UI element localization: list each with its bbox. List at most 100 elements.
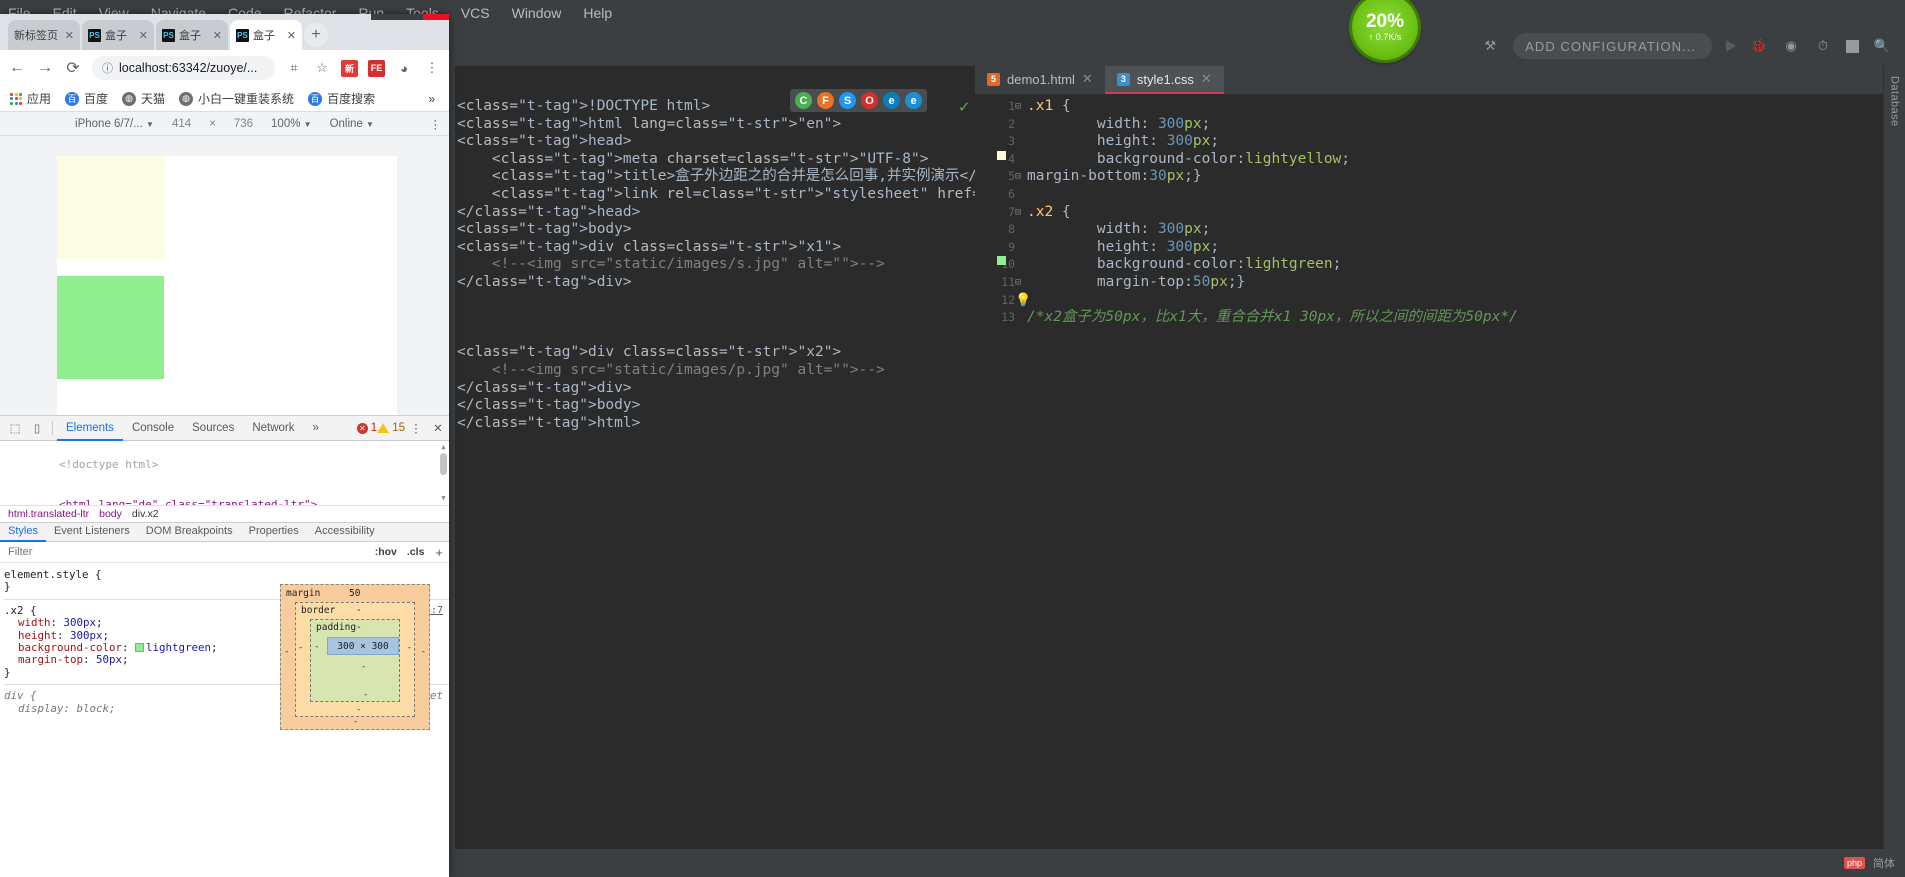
- php-badge: php: [1843, 857, 1865, 869]
- box-model-diagram[interactable]: margin 50 - border - - padding- - - - 30…: [280, 584, 430, 730]
- devtools-menu-icon[interactable]: ⋮: [405, 417, 427, 439]
- hammer-build-icon[interactable]: ⚒: [1481, 37, 1499, 55]
- menu-help[interactable]: Help: [583, 5, 612, 21]
- extension-fe-icon[interactable]: FE: [368, 59, 385, 77]
- box-model-border-bottom[interactable]: -: [356, 705, 361, 715]
- safari-browser-icon[interactable]: S: [839, 92, 856, 109]
- warning-count-badge[interactable]: 15: [377, 422, 405, 434]
- device-toggle-icon[interactable]: ▯: [26, 417, 48, 439]
- search-icon[interactable]: 🔍: [1873, 37, 1891, 55]
- editor-tab-style1-css[interactable]: 3 style1.css ✕: [1104, 66, 1224, 94]
- browser-tab-1[interactable]: 新标签页 ✕: [8, 20, 80, 50]
- hov-toggle[interactable]: :hov: [370, 546, 402, 558]
- zoom-selector[interactable]: 100% ▼: [271, 118, 312, 130]
- coverage-icon[interactable]: ◉: [1782, 37, 1800, 55]
- tab-styles[interactable]: Styles: [0, 522, 46, 542]
- breadcrumb-div-x2[interactable]: div.x2: [132, 508, 159, 520]
- tab-dom-breakpoints[interactable]: DOM Breakpoints: [138, 522, 241, 542]
- tab-properties[interactable]: Properties: [241, 522, 307, 542]
- tab-network[interactable]: Network: [243, 416, 303, 441]
- box-model-margin-right[interactable]: -: [421, 647, 426, 657]
- breadcrumb-body[interactable]: body: [99, 508, 122, 520]
- cls-toggle[interactable]: .cls: [402, 546, 430, 558]
- bookmark-xiaobai[interactable]: ◍ 小白一键重装系统: [179, 90, 294, 107]
- box-model-padding-bottom[interactable]: -: [363, 690, 368, 700]
- extension-sogou-icon[interactable]: 新: [341, 59, 358, 77]
- chrome-menu-icon[interactable]: ⋮: [423, 59, 441, 77]
- box-model-border-value[interactable]: -: [356, 605, 362, 616]
- editor-tab-demo1-html[interactable]: 5 demo1.html ✕: [975, 66, 1105, 94]
- box-model-content-size[interactable]: 300 × 300: [327, 637, 399, 655]
- translate-icon[interactable]: ⌗: [285, 59, 303, 77]
- opera-browser-icon[interactable]: O: [861, 92, 878, 109]
- box-model-border-right[interactable]: -: [407, 643, 412, 653]
- browser-tab-3[interactable]: PS 盒子 ✕: [156, 20, 228, 50]
- bookmark-tmall[interactable]: ◍ 天猫: [122, 90, 165, 107]
- box-model-margin-bottom[interactable]: -: [353, 717, 358, 727]
- styles-scrollbar[interactable]: [444, 416, 449, 877]
- bookmark-apps[interactable]: 应用: [10, 90, 51, 107]
- ie-browser-icon[interactable]: e: [905, 92, 922, 109]
- bookmarks-overflow-icon[interactable]: »: [428, 92, 439, 106]
- styles-filter-input[interactable]: [0, 545, 370, 559]
- menu-window[interactable]: Window: [512, 5, 562, 21]
- browser-tab-4[interactable]: PS 盒子 ✕: [230, 20, 302, 50]
- box-model-padding-left[interactable]: -: [314, 642, 319, 652]
- run-icon[interactable]: [1726, 40, 1736, 52]
- back-icon[interactable]: ←: [8, 59, 26, 77]
- tab-console[interactable]: Console: [123, 416, 183, 441]
- maximize-button[interactable]: □: [397, 14, 423, 20]
- box-model-margin-left[interactable]: -: [284, 647, 289, 657]
- edge-browser-icon[interactable]: e: [883, 92, 900, 109]
- close-icon[interactable]: ✕: [287, 29, 296, 42]
- profile-avatar-icon[interactable]: ◕: [395, 59, 413, 77]
- firefox-browser-icon[interactable]: F: [817, 92, 834, 109]
- reload-icon[interactable]: ⟳: [64, 58, 82, 78]
- bookmark-baidu-search[interactable]: 百 百度搜索: [308, 90, 375, 107]
- div-x2-box: [57, 276, 164, 379]
- color-swatch[interactable]: [135, 643, 145, 653]
- chrome-browser-icon[interactable]: C: [795, 92, 812, 109]
- css-source-code[interactable]: .x1 { width: 300px; height: 300px; backg…: [1027, 94, 1883, 849]
- tab-event-listeners[interactable]: Event Listeners: [46, 522, 138, 542]
- box-model-margin-value[interactable]: 50: [349, 588, 360, 599]
- throttling-selector[interactable]: Online ▼: [330, 118, 374, 130]
- run-configuration-selector[interactable]: ADD CONFIGURATION...: [1513, 33, 1712, 59]
- close-icon[interactable]: ✕: [65, 29, 74, 42]
- profiler-icon[interactable]: ⏱: [1814, 37, 1832, 55]
- html-source-code[interactable]: <class="t-tag">!DOCTYPE html> <class="t-…: [455, 94, 1313, 849]
- device-height-input[interactable]: 736: [234, 118, 253, 130]
- tab-sources[interactable]: Sources: [183, 416, 243, 441]
- tab-elements[interactable]: Elements: [57, 416, 123, 441]
- bug-debug-icon[interactable]: 🐞: [1750, 37, 1768, 55]
- dom-node-html[interactable]: <html lang="de" class="translated-ltr">: [6, 485, 449, 505]
- menu-vcs[interactable]: VCS: [461, 5, 490, 21]
- tab-accessibility[interactable]: Accessibility: [307, 522, 383, 542]
- dom-node-doctype[interactable]: <!doctype html>: [6, 445, 449, 485]
- address-bar[interactable]: ⓘ localhost:63342/zuoye/...: [92, 56, 275, 80]
- info-icon[interactable]: ⓘ: [102, 60, 113, 76]
- ime-indicator[interactable]: 简体: [1873, 855, 1895, 871]
- dom-tree[interactable]: <!doctype html> <html lang="de" class="t…: [0, 441, 449, 505]
- forward-icon[interactable]: →: [36, 59, 54, 77]
- stop-icon[interactable]: [1846, 39, 1859, 53]
- box-model-border-left[interactable]: -: [298, 643, 303, 653]
- close-icon[interactable]: ✕: [1082, 71, 1093, 87]
- bookmark-baidu[interactable]: 百 百度: [65, 90, 108, 107]
- breadcrumb-html[interactable]: html.translated-ltr: [8, 508, 89, 520]
- tabs-overflow-icon[interactable]: »: [304, 416, 328, 441]
- inspect-element-icon[interactable]: ⬚: [4, 417, 26, 439]
- bookmark-star-icon[interactable]: ☆: [313, 59, 331, 77]
- new-tab-button[interactable]: +: [304, 23, 328, 47]
- device-width-input[interactable]: 414: [172, 118, 191, 130]
- close-icon[interactable]: ✕: [1201, 71, 1212, 87]
- database-toolwindow-label[interactable]: Database: [1889, 76, 1901, 127]
- close-icon[interactable]: ✕: [213, 29, 222, 42]
- minimize-button[interactable]: –: [371, 14, 397, 20]
- browser-tab-2[interactable]: PS 盒子 ✕: [82, 20, 154, 50]
- close-window-button[interactable]: ✕: [423, 14, 449, 20]
- device-toolbar-menu-icon[interactable]: ⋮: [430, 117, 442, 131]
- device-selector[interactable]: iPhone 6/7/... ▼: [75, 118, 154, 130]
- error-count-badge[interactable]: ✕ 1: [356, 422, 377, 434]
- close-icon[interactable]: ✕: [139, 29, 148, 42]
